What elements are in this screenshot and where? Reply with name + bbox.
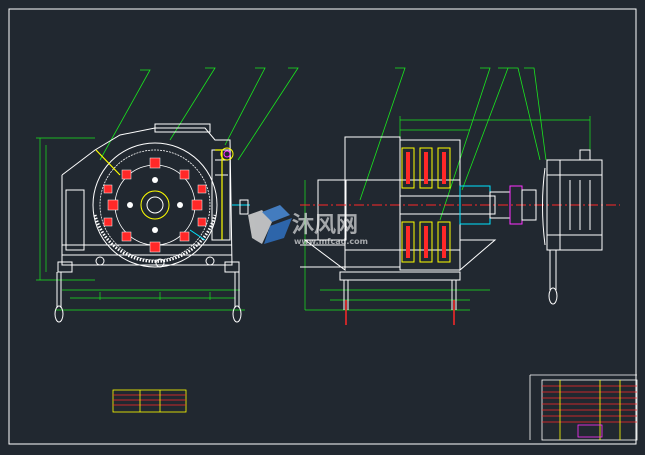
- side-view: [300, 67, 620, 325]
- cad-canvas: 沐风网 www.mfcad.com: [0, 0, 645, 455]
- motor: [542, 149, 603, 305]
- watermark-url: www.mfcad.com: [294, 237, 368, 246]
- rotor-hammers: [103, 157, 207, 253]
- anchor-bolts: [345, 300, 455, 325]
- front-view: [36, 67, 299, 323]
- front-view-leaders: [99, 67, 299, 161]
- crusher-body-side: [300, 136, 497, 272]
- watermark: 沐风网 www.mfcad.com: [248, 205, 368, 246]
- parts-legend-table: [112, 389, 187, 413]
- mfcad-logo-icon: [248, 205, 292, 244]
- side-view-base: [339, 271, 461, 310]
- title-block: [529, 374, 638, 441]
- side-view-leaders: [359, 67, 547, 221]
- watermark-text: 沐风网: [292, 213, 358, 238]
- rotor-pins: [127, 177, 183, 233]
